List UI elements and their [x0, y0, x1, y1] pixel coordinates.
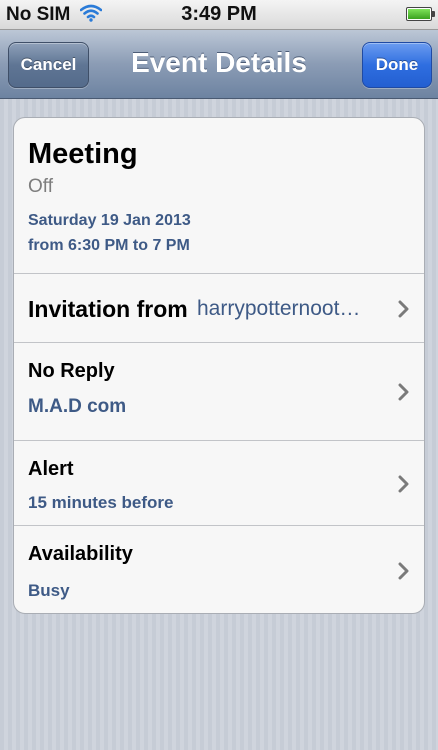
chevron-right-icon — [398, 300, 409, 318]
event-time-range: from 6:30 PM to 7 PM — [28, 237, 190, 254]
availability-value: Busy — [28, 581, 70, 600]
carrier-label: No SIM — [6, 4, 71, 25]
reply-row[interactable]: No Reply M.A.D com — [14, 342, 424, 440]
event-status: Off — [28, 176, 53, 197]
chevron-right-icon — [398, 562, 409, 580]
status-bar: No SIM 3:49 PM — [0, 0, 438, 30]
invitation-label: Invitation from — [28, 296, 188, 322]
alert-row[interactable]: Alert 15 minutes before — [14, 440, 424, 525]
battery-icon — [406, 7, 435, 21]
event-title: Meeting — [28, 138, 138, 170]
alert-label: Alert — [28, 458, 74, 480]
availability-label: Availability — [28, 543, 133, 565]
event-date: Saturday 19 Jan 2013 — [28, 212, 191, 229]
event-details-card: Meeting Off Saturday 19 Jan 2013 from 6:… — [13, 117, 425, 614]
battery-fill — [408, 9, 430, 19]
navigation-bar: Cancel Event Details Done — [0, 30, 438, 99]
done-button[interactable]: Done — [362, 42, 432, 88]
event-summary-row: Meeting Off Saturday 19 Jan 2013 from 6:… — [14, 118, 424, 273]
organizer-value: M.A.D com — [28, 396, 127, 417]
invitation-row[interactable]: Invitation from harrypotternoot… — [14, 273, 424, 342]
reply-status-label: No Reply — [28, 360, 115, 382]
chevron-right-icon — [398, 383, 409, 401]
availability-row[interactable]: Availability Busy — [14, 525, 424, 613]
wifi-icon — [79, 4, 103, 27]
invitation-sender: harrypotternoot… — [197, 297, 361, 320]
chevron-right-icon — [398, 475, 409, 493]
alert-value: 15 minutes before — [28, 493, 174, 512]
